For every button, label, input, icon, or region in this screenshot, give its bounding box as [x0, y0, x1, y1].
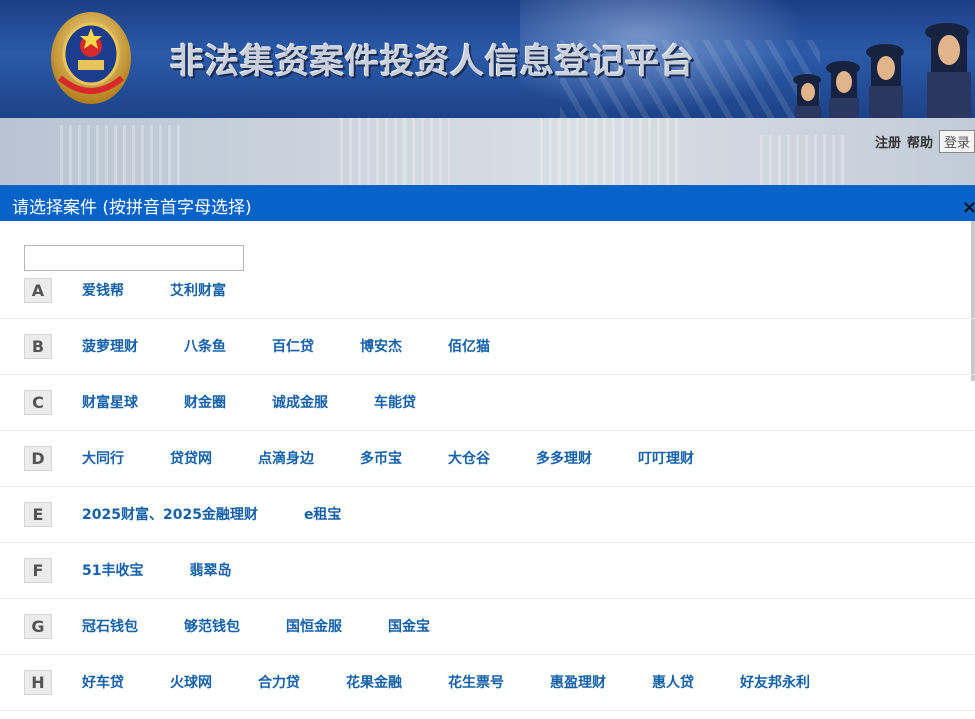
case-link[interactable]: 合力贷	[258, 673, 300, 693]
case-link[interactable]: e租宝	[304, 505, 342, 525]
register-link[interactable]: 注册	[875, 132, 901, 151]
site-banner: 非法集资案件投资人信息登记平台	[0, 0, 975, 118]
case-link[interactable]: 国恒金服	[286, 617, 342, 637]
case-link[interactable]: 好车贷	[82, 673, 124, 693]
case-group-c: C 财富星球 财金圈 诚成金服 车能贷	[0, 375, 975, 431]
case-link[interactable]: 51丰收宝	[82, 561, 143, 581]
case-link[interactable]: 车能贷	[374, 393, 416, 413]
case-link[interactable]: 惠人贷	[652, 673, 694, 693]
case-link[interactable]: 大仓谷	[448, 449, 490, 469]
case-link[interactable]: 艾利财富	[170, 281, 226, 301]
case-list: 51丰收宝 翡翠岛	[82, 561, 277, 581]
case-list: 好车贷 火球网 合力贷 花果金融 花生票号 惠盈理财 惠人贷 好友邦永利	[82, 673, 856, 693]
case-link[interactable]: 佰亿猫	[448, 337, 490, 357]
case-link[interactable]: 翡翠岛	[189, 561, 231, 581]
case-link[interactable]: 贷贷网	[170, 449, 212, 469]
case-groups: A 爱钱帮 艾利财富 B 菠萝理财 八条鱼 百仁贷 博安杰 佰亿猫 C 财富星球 财金圈 诚成金服 车能贷…	[0, 272, 975, 711]
group-letter: A	[24, 278, 52, 303]
case-link[interactable]: 大同行	[82, 449, 124, 469]
case-link[interactable]: 好友邦永利	[740, 673, 810, 693]
case-link[interactable]: 够范钱包	[184, 617, 240, 637]
case-link[interactable]: 博安杰	[360, 337, 402, 357]
case-link[interactable]: 冠石钱包	[82, 617, 138, 637]
case-link[interactable]: 诚成金服	[272, 393, 328, 413]
case-link[interactable]: 惠盈理财	[550, 673, 606, 693]
case-list: 冠石钱包 够范钱包 国恒金服 国金宝	[82, 617, 476, 637]
case-group-h: H 好车贷 火球网 合力贷 花果金融 花生票号 惠盈理财 惠人贷 好友邦永利	[0, 655, 975, 711]
case-group-b: B 菠萝理财 八条鱼 百仁贷 博安杰 佰亿猫	[0, 319, 975, 375]
group-letter: H	[24, 670, 52, 695]
case-group-f: F 51丰收宝 翡翠岛	[0, 543, 975, 599]
police-emblem-icon	[51, 12, 131, 104]
building-graphic	[540, 118, 680, 185]
case-list: 菠萝理财 八条鱼 百仁贷 博安杰 佰亿猫	[82, 337, 536, 357]
case-link[interactable]: 花果金融	[346, 673, 402, 693]
site-title: 非法集资案件投资人信息登记平台	[170, 42, 695, 82]
case-list: 2025财富、2025金融理财 e租宝	[82, 505, 387, 525]
case-link[interactable]: 多多理财	[536, 449, 592, 469]
help-link[interactable]: 帮助	[907, 132, 933, 151]
case-link[interactable]: 火球网	[170, 673, 212, 693]
building-graphic	[340, 118, 450, 185]
case-group-g: G 冠石钱包 够范钱包 国恒金服 国金宝	[0, 599, 975, 655]
case-group-d: D 大同行 贷贷网 点滴身边 多币宝 大仓谷 多多理财 叮叮理财	[0, 431, 975, 487]
group-letter: G	[24, 614, 52, 639]
group-letter: B	[24, 334, 52, 359]
case-list: 爱钱帮 艾利财富	[82, 281, 272, 301]
case-group-e: E 2025财富、2025金融理财 e租宝	[0, 487, 975, 543]
police-officers-graphic	[793, 23, 971, 118]
login-button[interactable]: 登录	[938, 130, 975, 153]
dialog-title: 请选择案件 (按拼音首字母选择)	[12, 198, 252, 218]
close-icon[interactable]: ×	[962, 199, 975, 217]
city-strip: 注册 帮助 登录	[0, 118, 975, 185]
case-link[interactable]: 财富星球	[82, 393, 138, 413]
case-link[interactable]: 2025财富、2025金融理财	[82, 505, 258, 525]
case-link[interactable]: 多币宝	[360, 449, 402, 469]
case-link[interactable]: 爱钱帮	[82, 281, 124, 301]
case-list: 大同行 贷贷网 点滴身边 多币宝 大仓谷 多多理财 叮叮理财	[82, 449, 740, 469]
group-letter: C	[24, 390, 52, 415]
case-link[interactable]: 国金宝	[388, 617, 430, 637]
case-list: 财富星球 财金圈 诚成金服 车能贷	[82, 393, 462, 413]
group-letter: F	[24, 558, 52, 583]
case-link[interactable]: 点滴身边	[258, 449, 314, 469]
building-graphic	[760, 135, 850, 185]
case-link[interactable]: 财金圈	[184, 393, 226, 413]
case-link[interactable]: 菠萝理财	[82, 337, 138, 357]
case-select-dialog-body: A 爱钱帮 艾利财富 B 菠萝理财 八条鱼 百仁贷 博安杰 佰亿猫 C 财富星球 财金圈 诚成金服 车能贷…	[0, 221, 975, 719]
case-link[interactable]: 叮叮理财	[638, 449, 694, 469]
case-link[interactable]: 百仁贷	[272, 337, 314, 357]
case-link[interactable]: 八条鱼	[184, 337, 226, 357]
top-links: 注册 帮助 登录	[875, 130, 975, 153]
case-link[interactable]: 花生票号	[448, 673, 504, 693]
case-group-a: A 爱钱帮 艾利财富	[0, 263, 975, 319]
group-letter: E	[24, 502, 52, 527]
group-letter: D	[24, 446, 52, 471]
building-graphic	[60, 125, 180, 185]
case-select-dialog-header: 请选择案件 (按拼音首字母选择) ×	[0, 185, 975, 221]
